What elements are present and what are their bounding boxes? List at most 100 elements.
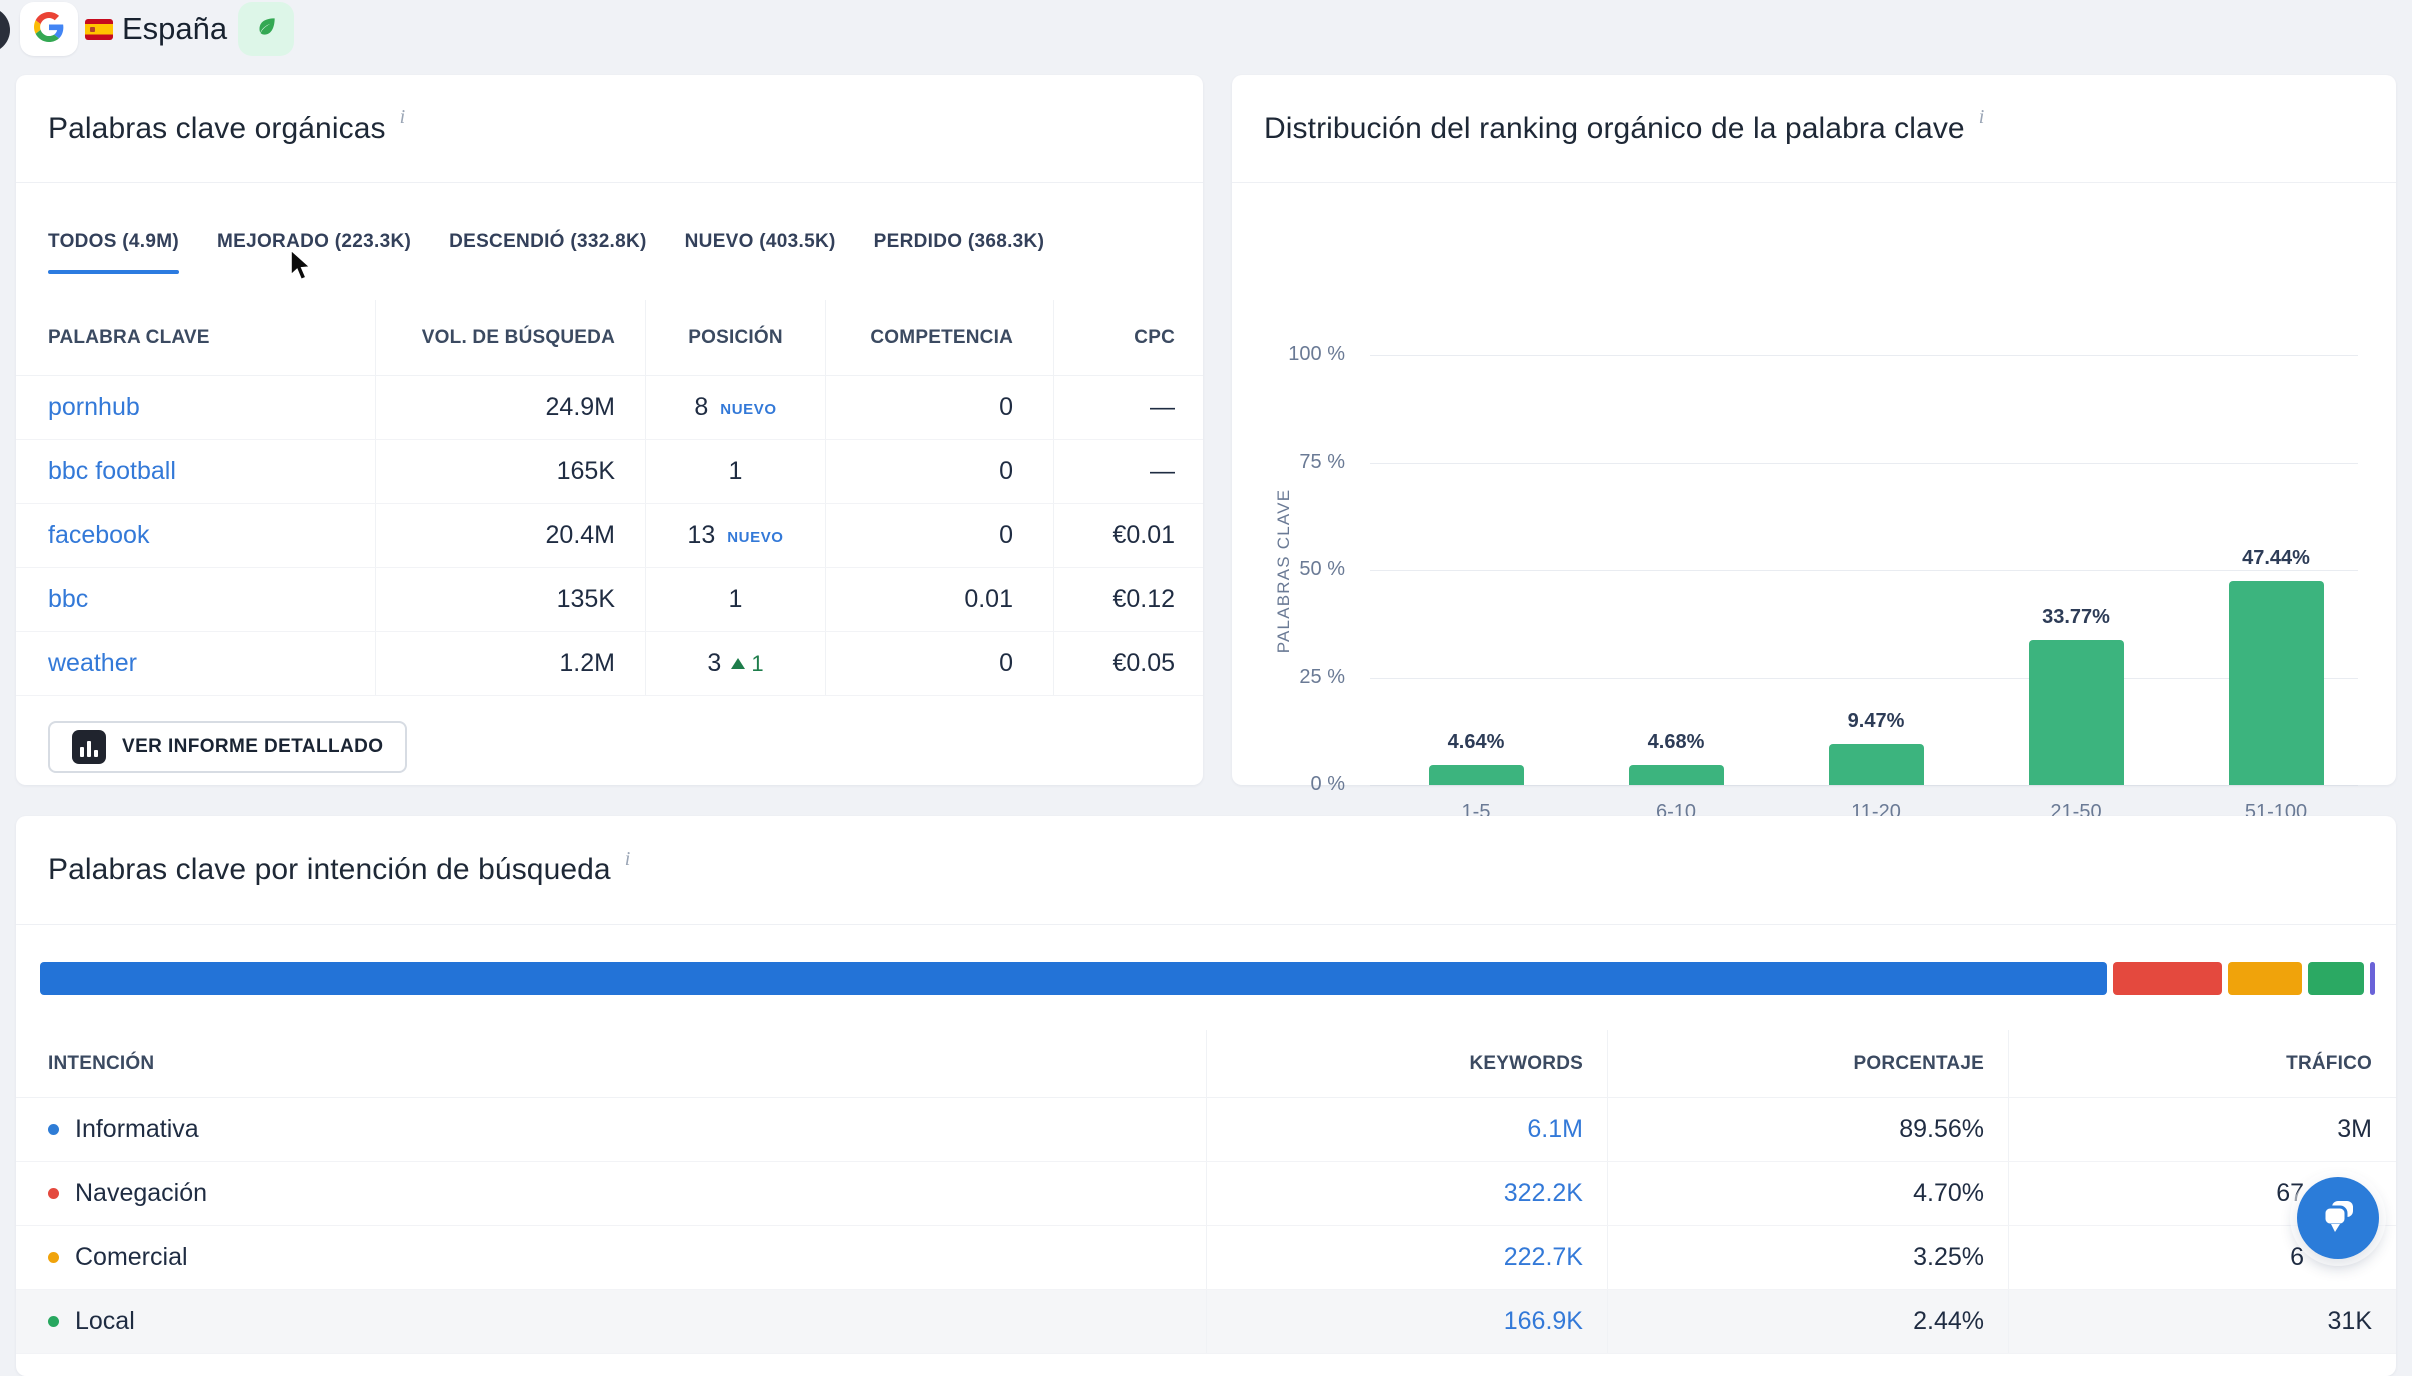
keyword-table-row[interactable]: facebook 20.4M 13 NUEVO 0 €0.01 [16, 504, 1203, 568]
position-value: 13 [687, 521, 715, 550]
keyword-link[interactable]: facebook [48, 521, 149, 550]
intent-table-header: INTENCIÓNKEYWORDSPORCENTAJETRÁFICO [16, 1030, 2396, 1098]
organic-tab[interactable]: DESCENDIÓ (332.8K) [449, 183, 647, 300]
y-axis-title: PALABRAS CLAVE [1274, 489, 1294, 654]
keyword-column-header[interactable]: PALABRA CLAVE [16, 300, 375, 375]
position-value: 1 [729, 457, 743, 486]
bar-chart-icon [72, 730, 106, 764]
keyword-table-body: pornhub 24.9M 8 NUEVO 0 — bbc football 1… [16, 376, 1203, 696]
google-logo-icon [34, 12, 64, 47]
intent-keywords-link[interactable]: 166.9K [1504, 1307, 1583, 1336]
keyword-link[interactable]: bbc football [48, 457, 176, 486]
competition-value: 0 [999, 521, 1013, 550]
chart-bar[interactable] [2029, 640, 2124, 785]
intent-column-header[interactable]: PORCENTAJE [1607, 1030, 2008, 1097]
intent-bar-segment[interactable] [2370, 962, 2375, 995]
chat-widget-button[interactable] [2297, 1177, 2379, 1259]
bar-value-label: 4.64% [1396, 731, 1556, 754]
intent-table-row[interactable]: Navegación 322.2K 4.70% 67 [16, 1162, 2396, 1226]
competition-value: 0 [999, 649, 1013, 678]
chart-bar[interactable] [2229, 581, 2324, 785]
keyword-link[interactable]: weather [48, 649, 137, 678]
competition-value: 0.01 [964, 585, 1013, 614]
intent-column-header[interactable]: TRÁFICO [2008, 1030, 2396, 1097]
info-icon[interactable]: i [1979, 106, 1985, 129]
cpc-value: — [1150, 457, 1175, 486]
search-volume-value: 135K [557, 585, 615, 614]
keyword-table-header: PALABRA CLAVEVOL. DE BÚSQUEDAPOSICIÓNCOM… [16, 300, 1203, 376]
keyword-table-row[interactable]: pornhub 24.9M 8 NUEVO 0 — [16, 376, 1203, 440]
tab-label: DESCENDIÓ (332.8K) [449, 231, 647, 253]
info-icon[interactable]: i [625, 848, 631, 871]
project-name: España [122, 0, 227, 58]
organic-tab[interactable]: NUEVO (403.5K) [685, 183, 836, 300]
intent-bar-segment[interactable] [2308, 962, 2364, 995]
y-axis-tick-label: 25 % [1232, 666, 1345, 689]
intent-table: INTENCIÓNKEYWORDSPORCENTAJETRÁFICO Infor… [16, 1030, 2396, 1354]
intent-table-row[interactable]: Local 166.9K 2.44% 31K [16, 1290, 2396, 1354]
keyword-table-row[interactable]: bbc football 165K 1 0 — [16, 440, 1203, 504]
intent-table-row[interactable]: Comercial 222.7K 3.25% 6 [16, 1226, 2396, 1290]
organic-card-title: Palabras clave orgánicas [48, 112, 386, 146]
organic-tabs: TODOS (4.9M) MEJORADO (223.3K) DESCENDIÓ… [16, 183, 1203, 300]
bar-value-label: 47.44% [2196, 547, 2356, 570]
chat-bubble-icon [2315, 1194, 2361, 1243]
cpc-value: €0.01 [1112, 521, 1175, 550]
intent-dot [48, 1188, 59, 1199]
y-axis-tick-label: 100 % [1232, 343, 1345, 366]
intent-traffic-value: 6 [2290, 1243, 2304, 1272]
leaf-badge[interactable] [238, 2, 294, 56]
report-button-row: VER INFORME DETALLADO [16, 696, 1203, 773]
bar-value-label: 33.77% [1996, 606, 2156, 629]
avatar[interactable] [0, 7, 10, 53]
intent-label: Navegación [75, 1179, 207, 1208]
organic-tab[interactable]: TODOS (4.9M) [48, 183, 179, 300]
ranking-distribution-chart: 0 %25 %50 %75 %100 %PALABRAS CLAVE4.64%1… [1232, 183, 2396, 785]
keyword-table-row[interactable]: weather 1.2M 3 1 0 €0.05 [16, 632, 1203, 696]
keyword-link[interactable]: bbc [48, 585, 88, 614]
organic-tab[interactable]: MEJORADO (223.3K) [217, 183, 411, 300]
tab-label: NUEVO (403.5K) [685, 231, 836, 253]
intent-traffic-value: 3M [2337, 1115, 2372, 1144]
chart-bar[interactable] [1429, 765, 1524, 785]
intent-label: Informativa [75, 1115, 199, 1144]
intent-card-header: Palabras clave por intención de búsqueda… [16, 816, 2396, 925]
detailed-report-button[interactable]: VER INFORME DETALLADO [48, 721, 407, 773]
chart-bar[interactable] [1629, 765, 1724, 785]
info-icon[interactable]: i [400, 106, 406, 129]
organic-tab[interactable]: PERDIDO (368.3K) [874, 183, 1045, 300]
cpc-value: €0.05 [1112, 649, 1175, 678]
ranking-distribution-card: Distribución del ranking orgánico de la … [1232, 75, 2396, 785]
intent-bar-segment[interactable] [2228, 962, 2302, 995]
position-change-value: 1 [751, 651, 763, 677]
chart-bar[interactable] [1829, 744, 1924, 785]
keyword-table: PALABRA CLAVEVOL. DE BÚSQUEDAPOSICIÓNCOM… [16, 300, 1203, 696]
topbar: España [0, 0, 2412, 58]
detailed-report-button-label: VER INFORME DETALLADO [122, 736, 383, 758]
competition-value: 0 [999, 457, 1013, 486]
intent-bar-segment[interactable] [40, 962, 2107, 995]
bar-value-label: 9.47% [1796, 710, 1956, 733]
keyword-column-header[interactable]: CPC [1053, 300, 1203, 375]
new-badge: NUEVO [727, 529, 783, 546]
google-search-engine-badge[interactable] [20, 2, 78, 56]
intent-stacked-bar [40, 962, 2381, 995]
position-value: 8 [694, 393, 708, 422]
intent-percentage-value: 4.70% [1913, 1179, 1984, 1208]
intent-bar-segment[interactable] [2113, 962, 2222, 995]
intent-column-header[interactable]: INTENCIÓN [16, 1030, 1206, 1097]
intent-column-header[interactable]: KEYWORDS [1206, 1030, 1607, 1097]
keyword-table-row[interactable]: bbc 135K 1 0.01 €0.12 [16, 568, 1203, 632]
intent-table-row[interactable]: Informativa 6.1M 89.56% 3M [16, 1098, 2396, 1162]
cpc-value: €0.12 [1112, 585, 1175, 614]
competition-value: 0 [999, 393, 1013, 422]
keyword-column-header[interactable]: VOL. DE BÚSQUEDA [375, 300, 645, 375]
keyword-link[interactable]: pornhub [48, 393, 140, 422]
keyword-column-header[interactable]: COMPETENCIA [825, 300, 1053, 375]
intent-keywords-link[interactable]: 6.1M [1527, 1115, 1583, 1144]
new-badge: NUEVO [720, 401, 776, 418]
intent-percentage-value: 2.44% [1913, 1307, 1984, 1336]
intent-keywords-link[interactable]: 222.7K [1504, 1243, 1583, 1272]
keyword-column-header[interactable]: POSICIÓN [645, 300, 825, 375]
intent-keywords-link[interactable]: 322.2K [1504, 1179, 1583, 1208]
